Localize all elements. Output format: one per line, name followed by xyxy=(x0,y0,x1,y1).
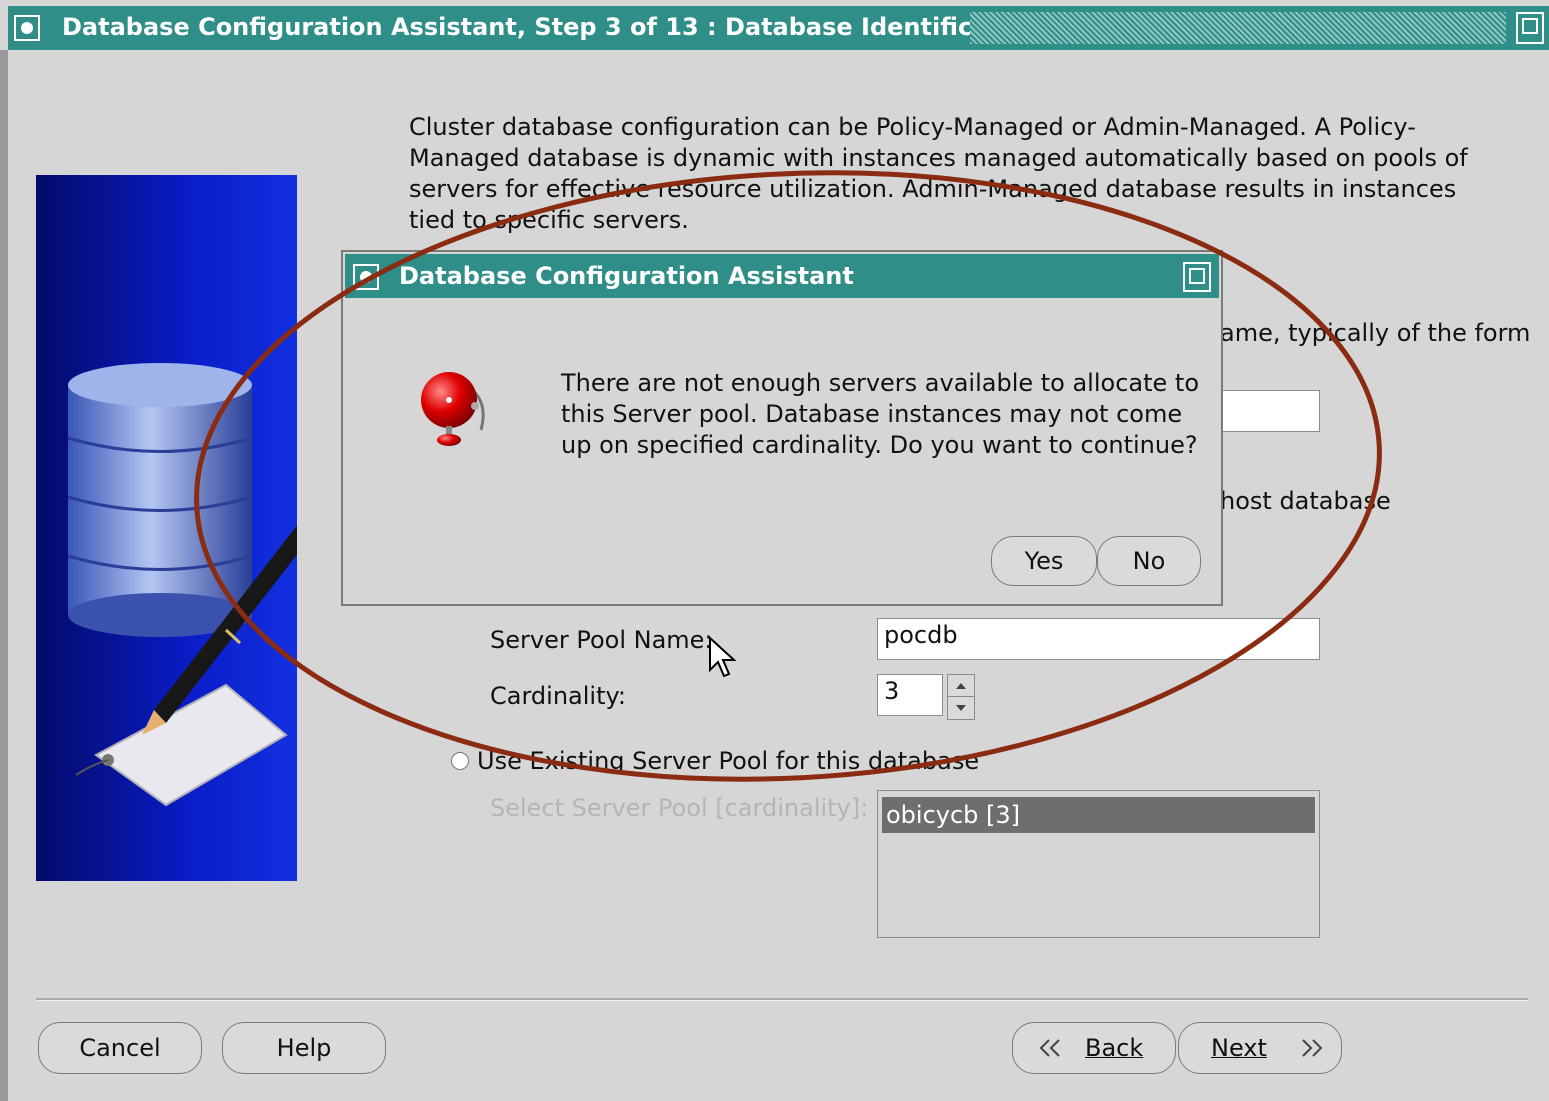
global-name-hint: ame, typically of the form xyxy=(1220,319,1531,347)
window-menu-icon[interactable] xyxy=(14,15,40,41)
dialog-title: Database Configuration Assistant xyxy=(399,262,854,290)
cardinality-input[interactable]: 3 xyxy=(877,674,943,716)
intro-line: Managed database is dynamic with instanc… xyxy=(409,144,1468,172)
intro-line: tied to specific servers. xyxy=(409,206,689,234)
dialog-titlebar[interactable]: Database Configuration Assistant xyxy=(345,254,1219,298)
back-button-label: Back xyxy=(1085,1034,1144,1062)
window-title: Database Configuration Assistant, Step 3… xyxy=(62,13,1042,41)
help-button[interactable]: Help xyxy=(222,1022,386,1074)
cardinality-stepper[interactable] xyxy=(947,674,975,720)
list-item[interactable]: obicycb [3] xyxy=(882,797,1315,833)
intro-line: Cluster database configuration can be Po… xyxy=(409,113,1416,141)
use-existing-pool-label[interactable]: Use Existing Server Pool for this databa… xyxy=(477,746,979,777)
no-button[interactable]: No xyxy=(1097,536,1201,586)
confirmation-dialog: Database Configuration Assistant There a… xyxy=(341,250,1223,606)
back-button[interactable]: Back xyxy=(1012,1022,1176,1074)
stepper-up-icon[interactable] xyxy=(948,675,974,697)
cancel-button[interactable]: Cancel xyxy=(38,1022,202,1074)
dialog-maximize-icon[interactable] xyxy=(1183,262,1211,292)
intro-line: servers for effective resource utilizati… xyxy=(409,175,1457,203)
maximize-icon[interactable] xyxy=(1516,12,1544,44)
dbca-window: Database Configuration Assistant, Step 3… xyxy=(0,0,1549,1101)
database-pen-illustration-icon xyxy=(67,363,297,807)
dialog-menu-icon[interactable] xyxy=(353,264,379,290)
use-existing-pool-radio[interactable] xyxy=(451,752,469,770)
window-left-border xyxy=(0,50,8,1101)
dialog-message: There are not enough servers available t… xyxy=(561,368,1199,461)
chevron-right-icon xyxy=(1302,1039,1323,1057)
window-titlebar[interactable]: Database Configuration Assistant, Step 3… xyxy=(8,6,1549,50)
next-button-label: Next xyxy=(1211,1034,1267,1062)
server-pool-name-input[interactable]: pocdb xyxy=(877,618,1320,660)
server-pool-list[interactable]: obicycb [3] xyxy=(877,790,1320,938)
chevron-left-icon xyxy=(1039,1039,1060,1057)
mouse-pointer-icon xyxy=(709,636,737,678)
dialog-message-line: There are not enough servers available t… xyxy=(561,369,1200,397)
server-pool-hint: host database xyxy=(1220,487,1391,515)
wizard-illustration xyxy=(36,175,297,881)
footer-divider xyxy=(36,998,1528,1001)
server-pool-name-label: Server Pool Name: xyxy=(490,626,713,654)
next-button[interactable]: Next xyxy=(1178,1022,1342,1074)
alarm-bell-icon xyxy=(421,372,485,446)
intro-paragraph: Cluster database configuration can be Po… xyxy=(409,112,1468,236)
cardinality-label: Cardinality: xyxy=(490,682,627,710)
select-server-pool-label: Select Server Pool [cardinality]: xyxy=(490,794,869,822)
global-name-input[interactable] xyxy=(1210,390,1320,432)
stepper-down-icon[interactable] xyxy=(948,697,974,719)
dialog-message-line: this Server pool. Database instances may… xyxy=(561,400,1183,428)
yes-button[interactable]: Yes xyxy=(991,536,1097,586)
dialog-message-line: up on specified cardinality. Do you want… xyxy=(561,431,1198,459)
titlebar-drag-area[interactable] xyxy=(970,12,1506,44)
